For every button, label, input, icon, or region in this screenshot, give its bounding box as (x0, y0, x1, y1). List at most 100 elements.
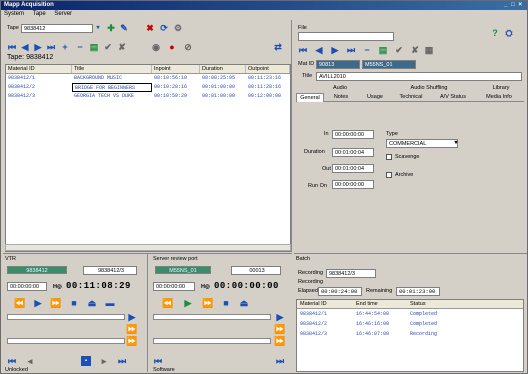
vtr-shuttle-bar[interactable] (7, 338, 125, 344)
vtr-shuttle-icon[interactable]: ⏩ (126, 336, 137, 346)
help-icon[interactable]: ? (490, 28, 500, 38)
tab-usage[interactable]: Usage (360, 93, 390, 101)
dropdown-arrow-icon[interactable]: ▾ (452, 138, 460, 148)
file-field[interactable] (298, 32, 394, 41)
vtr-last-icon[interactable]: ⏭ (117, 356, 127, 366)
table-row[interactable]: 9838412/1 16:44:54:00 Completed (297, 309, 523, 319)
vtr-jog-bar[interactable] (7, 314, 125, 320)
server-shuttle-icon[interactable]: ⏩ (274, 336, 285, 346)
prev-icon[interactable]: ◀ (314, 45, 324, 55)
vtr-ffwd-icon[interactable]: ⏩ (50, 298, 61, 308)
server-shuttle-bar[interactable] (153, 338, 271, 344)
delete-record-icon[interactable]: − (362, 45, 372, 55)
grid-hscrollbar[interactable] (5, 244, 291, 251)
tab-audio-shuffling[interactable]: Audio Shuffling (404, 84, 454, 92)
tab-library[interactable]: Library (486, 84, 516, 92)
tape-remove-icon[interactable]: ✖ (145, 23, 155, 33)
cell-title[interactable]: BRIDGE FOR BEGINNERS (72, 83, 152, 92)
mat-id-side-field[interactable]: M55NS_01 (362, 60, 416, 69)
mat-id-field[interactable]: 90813 (316, 60, 360, 69)
grid-icon[interactable]: ▦ (424, 45, 434, 55)
table-row[interactable]: 9838412/3 GEORGIA TECH VS DUKE 00:10:59:… (6, 92, 290, 101)
record-icon[interactable]: ● (167, 42, 177, 52)
tape-add-icon[interactable]: ✚ (106, 23, 116, 33)
run-on-field[interactable]: 00:00:00:00 (332, 180, 374, 189)
menu-tape[interactable]: Tape (33, 11, 46, 17)
col-duration[interactable]: Duration (200, 65, 246, 73)
confirm-icon[interactable]: ✔ (103, 42, 113, 52)
server-stop-icon[interactable]: ■ (221, 298, 231, 308)
sync-icon[interactable]: ⇄ (273, 42, 283, 52)
vtr-fast-icon[interactable]: ⏩ (126, 324, 137, 334)
archive-checkbox[interactable] (386, 172, 392, 178)
tab-audio[interactable]: Audio (320, 84, 360, 92)
vtr-menu-icon[interactable]: ▬ (105, 298, 115, 308)
prev-icon[interactable]: ◀ (20, 42, 30, 52)
vtr-in-mark-icon[interactable]: ◂ (25, 356, 35, 366)
dropdown-arrow-icon[interactable]: ▾ (93, 23, 103, 33)
in-field[interactable]: 00:00:00:00 (332, 130, 374, 139)
tape-edit-icon[interactable]: ✎ (119, 23, 129, 33)
vtr-play-icon[interactable]: ▶ (33, 298, 43, 308)
server-fast-icon[interactable]: ⏩ (274, 324, 285, 334)
tab-technical[interactable]: Technical (392, 93, 430, 101)
cancel-icon[interactable]: ✘ (117, 42, 127, 52)
tab-general[interactable]: General (296, 93, 324, 102)
type-select[interactable]: COMMERCIAL (386, 139, 458, 148)
scavenge-checkbox[interactable] (386, 154, 392, 160)
last-icon[interactable]: ⏭ (346, 45, 356, 55)
add-record-icon[interactable]: + (60, 42, 70, 52)
server-ffwd-icon[interactable]: ⏩ (202, 298, 213, 308)
col-material-id[interactable]: Material ID (6, 65, 72, 73)
vtr-first-icon[interactable]: ⏮ (7, 356, 17, 366)
col-status[interactable]: Status (407, 300, 467, 308)
vtr-step-icon[interactable]: ▶ (127, 312, 137, 322)
server-step-icon[interactable]: ▶ (275, 312, 285, 322)
last-icon[interactable]: ⏭ (46, 42, 56, 52)
tape-settings-icon[interactable]: ⚙ (173, 23, 183, 33)
capture-icon[interactable]: ◉ (151, 42, 161, 52)
edit-record-icon[interactable]: ▤ (378, 45, 388, 55)
menu-system[interactable]: System (4, 11, 24, 17)
title-field[interactable]: AVILL2010 (316, 72, 522, 81)
server-in-tc[interactable]: 00:00:00:00 (153, 282, 195, 291)
window-controls[interactable]: _ □ × (504, 1, 523, 10)
col-outpoint[interactable]: Outpoint (246, 65, 290, 73)
menu-server[interactable]: Server (54, 11, 72, 17)
network-icon[interactable]: ⛭ (504, 28, 514, 38)
server-last-icon[interactable]: ⏭ (275, 356, 285, 366)
next-icon[interactable]: ▶ (33, 42, 43, 52)
first-icon[interactable]: ⏮ (7, 42, 17, 52)
server-first-icon[interactable]: ⏮ (153, 356, 163, 366)
duration-field[interactable]: 00:01:00:04 (332, 148, 374, 157)
tape-select[interactable]: 9838412 (21, 24, 93, 33)
tab-media-info[interactable]: Media Info (476, 93, 522, 101)
col-end-time[interactable]: End time (353, 300, 407, 308)
col-material-id[interactable]: Material ID (297, 300, 353, 308)
confirm-icon[interactable]: ✔ (394, 45, 404, 55)
delete-record-icon[interactable]: − (75, 42, 85, 52)
col-inpoint[interactable]: Inpoint (152, 65, 200, 73)
edit-record-icon[interactable]: ▤ (89, 42, 99, 52)
first-icon[interactable]: ⏮ (298, 45, 308, 55)
server-jog-bar[interactable] (153, 314, 271, 320)
server-eject-icon[interactable]: ⏏ (239, 298, 249, 308)
table-row[interactable]: 9838412/1 BACKGROUND MUSIC 00:10:56:10 0… (6, 74, 290, 83)
table-row[interactable]: 9838412/2 16:46:16:00 Completed (297, 319, 523, 329)
tape-refresh-icon[interactable]: ⟳ (159, 23, 169, 33)
tab-av-status[interactable]: A/V Status (434, 93, 472, 101)
vtr-out-mark-icon[interactable]: ▸ (99, 356, 109, 366)
out-field[interactable]: 00:01:00:04 (332, 164, 374, 173)
vtr-cue-icon[interactable]: ▪ (81, 356, 91, 366)
vtr-stop-icon[interactable]: ■ (69, 298, 79, 308)
next-icon[interactable]: ▶ (330, 45, 340, 55)
vtr-eject-icon[interactable]: ⏏ (87, 298, 97, 308)
server-rewind-icon[interactable]: ⏪ (162, 298, 173, 308)
table-row[interactable]: 9838412/2 BRIDGE FOR BEGINNERS 00:10:28:… (6, 83, 290, 92)
col-title[interactable]: Title (72, 65, 152, 73)
server-play-icon[interactable]: ▶ (183, 298, 193, 308)
vtr-rewind-icon[interactable]: ⏪ (14, 298, 25, 308)
table-row[interactable]: 9838412/3 16:46:07:00 Recording (297, 329, 523, 339)
cancel-icon[interactable]: ✘ (410, 45, 420, 55)
stop-icon[interactable]: ⊘ (183, 42, 193, 52)
